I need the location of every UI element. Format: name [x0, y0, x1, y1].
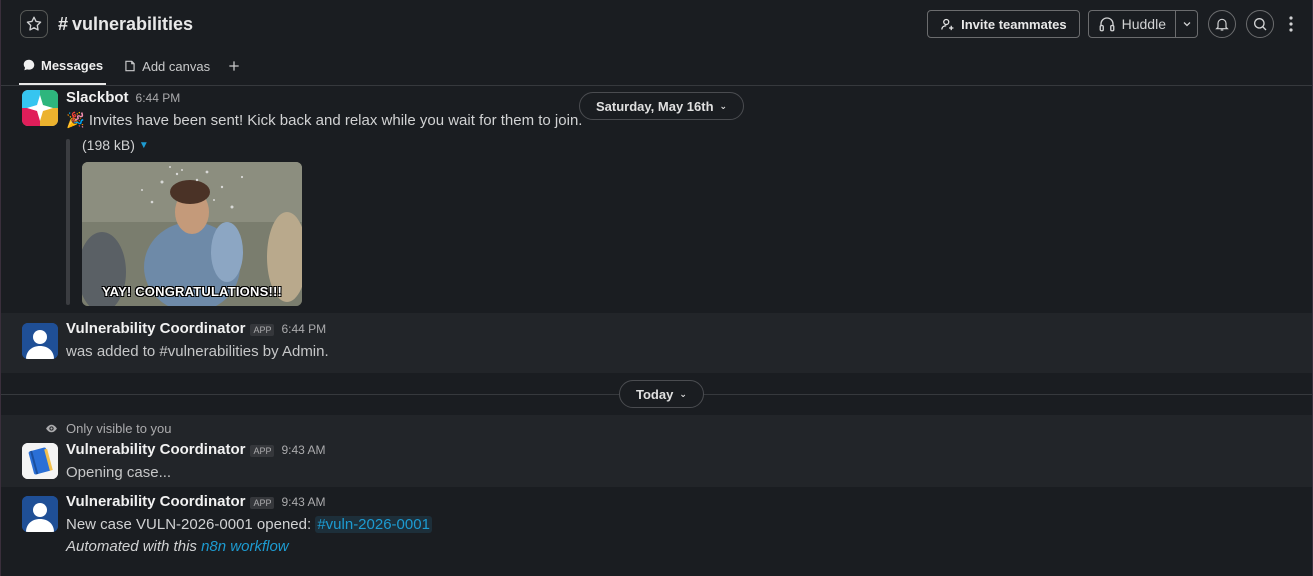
- file-size-toggle[interactable]: (198 kB) ▼: [82, 137, 149, 153]
- message-body: Slackbot 6:44 PM 🎉 Invites have been sen…: [66, 89, 582, 132]
- message-text: 🎉 Invites have been sent! Kick back and …: [66, 112, 583, 129]
- star-channel-button[interactable]: [20, 10, 48, 38]
- message-footer: Automated with this n8n workflow: [66, 538, 289, 555]
- date-divider-button[interactable]: Saturday, May 16th ⌄: [579, 92, 745, 120]
- author-name[interactable]: Vulnerability Coordinator: [66, 441, 245, 458]
- message-list: Slackbot 6:44 PM 🎉 Invites have been sen…: [1, 87, 1312, 576]
- message-body: Vulnerability Coordinator APP 9:43 AM Op…: [66, 441, 326, 484]
- header-actions: Invite teammates Huddle: [927, 10, 1298, 38]
- channel-name: vulnerabilities: [72, 13, 194, 34]
- plus-icon: [229, 61, 239, 71]
- gif-attachment[interactable]: YAY! CONGRATULATIONS!!!: [82, 162, 302, 306]
- channel-hash: #: [58, 13, 69, 34]
- more-options-button[interactable]: [1284, 10, 1298, 38]
- search-button[interactable]: [1246, 10, 1274, 38]
- star-icon: [26, 16, 42, 31]
- eye-icon: [46, 424, 57, 433]
- channel-title[interactable]: # vulnerabilities: [58, 14, 193, 35]
- huddle-options-button[interactable]: [1175, 11, 1197, 37]
- huddle-button[interactable]: Huddle: [1089, 11, 1175, 37]
- gif-caption: YAY! CONGRATULATIONS!!!: [101, 284, 283, 299]
- message-text: New case VULN-2026-0001 opened: #vuln-20…: [66, 516, 432, 533]
- date-divider-button[interactable]: Today ⌄: [619, 380, 704, 408]
- message-text: Opening case...: [66, 464, 172, 481]
- ephemeral-message-item: Only visible to you Vulnerability Coordi…: [1, 415, 1312, 487]
- message-time[interactable]: 9:43 AM: [281, 443, 325, 457]
- author-name[interactable]: Vulnerability Coordinator: [66, 320, 245, 337]
- bell-icon: [1215, 18, 1229, 31]
- message-text: was added to #vulnerabilities by Admin.: [66, 343, 329, 360]
- tab-messages-label: Messages: [41, 57, 104, 73]
- slackbot-avatar: [22, 90, 58, 126]
- tab-add-canvas-label: Add canvas: [142, 58, 211, 74]
- message-item: Vulnerability Coordinator APP 9:43 AM Ne…: [1, 487, 1312, 576]
- message-time[interactable]: 6:44 PM: [136, 91, 181, 105]
- channel-link[interactable]: #vuln-2026-0001: [315, 516, 432, 533]
- huddle-label: Huddle: [1121, 16, 1166, 32]
- slack-channel-window: # vulnerabilities Invite teammates Huddl…: [0, 0, 1313, 576]
- file-size: (198 kB): [82, 137, 135, 153]
- search-icon: [1254, 18, 1267, 31]
- chevron-down-icon: ⌄: [679, 388, 687, 399]
- app-badge: APP: [250, 324, 275, 336]
- caret-down-icon: ▼: [138, 139, 149, 151]
- tab-messages[interactable]: Messages: [19, 47, 107, 85]
- app-badge: APP: [250, 497, 275, 509]
- app-avatar: [22, 496, 58, 532]
- message-body: Vulnerability Coordinator APP 6:44 PM wa…: [66, 320, 329, 363]
- party-popper-icon: 🎉: [66, 112, 85, 129]
- attachment-bar: [66, 139, 70, 305]
- chevron-down-icon: ⌄: [719, 100, 728, 111]
- headphones-icon: [1099, 17, 1115, 32]
- notifications-button[interactable]: [1208, 10, 1236, 38]
- app-avatar: [22, 323, 58, 359]
- app-avatar: [22, 443, 58, 479]
- author-name[interactable]: Vulnerability Coordinator: [66, 493, 245, 510]
- app-badge: APP: [250, 445, 275, 457]
- workflow-link[interactable]: n8n workflow: [201, 538, 289, 555]
- message-item: Slackbot 6:44 PM 🎉 Invites have been sen…: [1, 87, 1312, 313]
- add-tab-button[interactable]: [227, 47, 241, 85]
- tab-add-canvas[interactable]: Add canvas: [120, 47, 213, 85]
- chevron-down-icon: [1183, 22, 1190, 27]
- message-item: Vulnerability Coordinator APP 6:44 PM wa…: [1, 313, 1312, 373]
- message-time[interactable]: 9:43 AM: [281, 495, 325, 509]
- message-body: Vulnerability Coordinator APP 9:43 AM Ne…: [66, 493, 432, 558]
- only-visible-notice: Only visible to you: [45, 421, 172, 436]
- invite-teammates-label: Invite teammates: [961, 16, 1067, 32]
- message-time[interactable]: 6:44 PM: [281, 322, 326, 336]
- only-visible-label: Only visible to you: [66, 421, 172, 436]
- add-person-icon: [941, 18, 954, 30]
- message-bubble-icon: [23, 59, 35, 71]
- channel-header: # vulnerabilities Invite teammates Huddl…: [1, 0, 1312, 48]
- channel-tabs: Messages Add canvas: [1, 48, 1312, 86]
- author-name[interactable]: Slackbot: [66, 89, 129, 106]
- huddle-group: Huddle: [1087, 10, 1198, 38]
- vertical-dots-icon: [1289, 16, 1293, 32]
- canvas-icon: [125, 60, 135, 72]
- date-divider-label: Saturday, May 16th: [596, 98, 714, 114]
- date-divider-label: Today: [636, 386, 674, 402]
- invite-teammates-button[interactable]: Invite teammates: [927, 10, 1080, 38]
